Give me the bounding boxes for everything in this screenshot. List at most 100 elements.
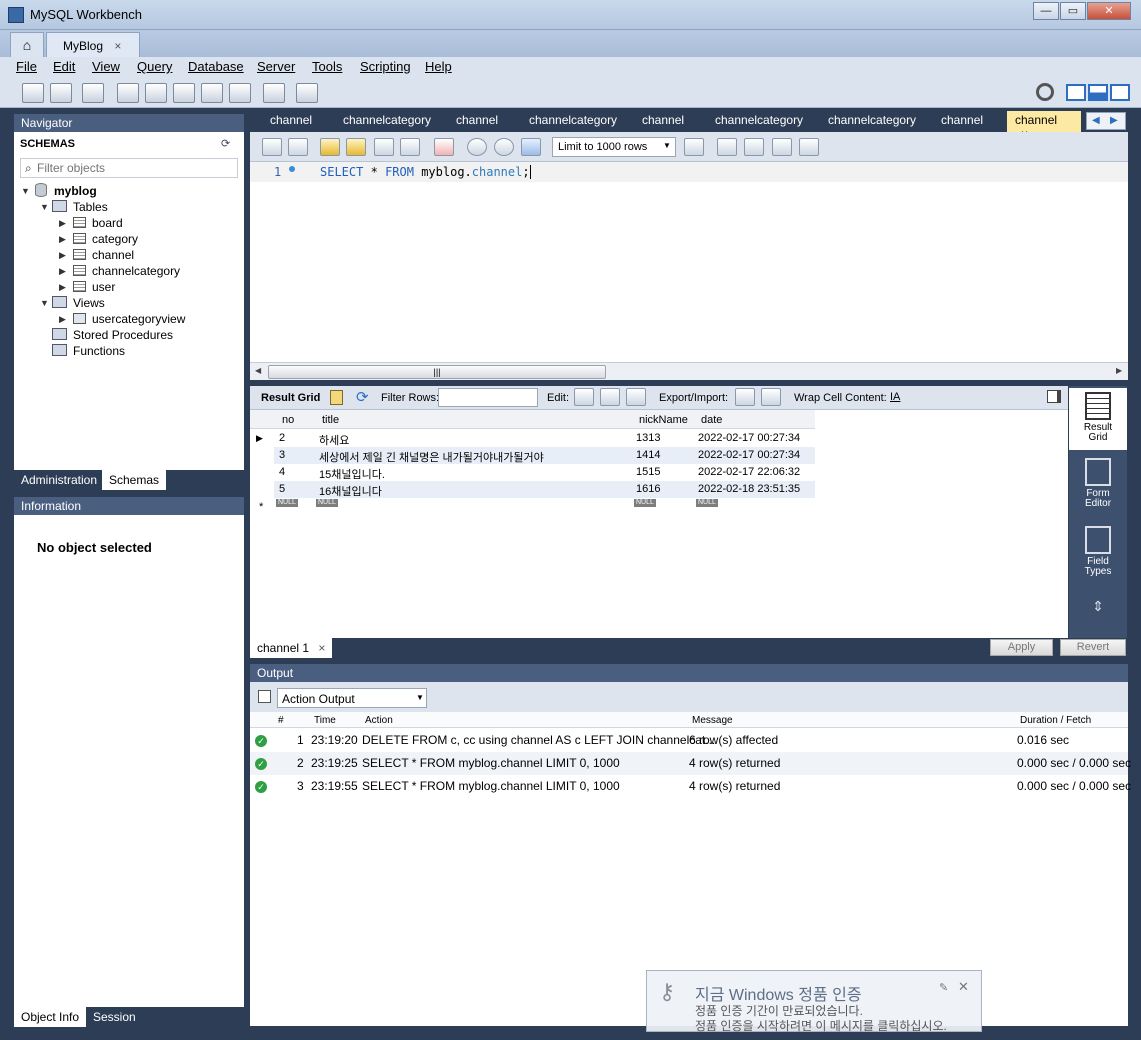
preferences-gear-icon[interactable] bbox=[1036, 83, 1054, 101]
scroll-left-arrow-icon[interactable]: ◀ bbox=[255, 366, 261, 375]
views-node[interactable]: Views bbox=[73, 296, 105, 310]
menu-tools[interactable]: Tools bbox=[312, 59, 342, 74]
tables-node[interactable]: Tables bbox=[73, 200, 108, 214]
open-file-icon[interactable] bbox=[262, 138, 282, 156]
menu-scripting[interactable]: Scripting bbox=[360, 59, 411, 74]
autocommit-icon[interactable] bbox=[521, 138, 541, 156]
tab-scroll-arrows[interactable]: ◀ ▶ bbox=[1086, 112, 1126, 130]
menu-view[interactable]: View bbox=[92, 59, 120, 74]
menu-query[interactable]: Query bbox=[137, 59, 172, 74]
stop-icon[interactable] bbox=[400, 138, 420, 156]
table-category[interactable]: category bbox=[92, 232, 138, 246]
tab-object-info[interactable]: Object Info bbox=[14, 1007, 87, 1027]
expand-table-icon[interactable]: ▶ bbox=[59, 218, 66, 229]
form-editor-button[interactable]: Form Editor bbox=[1069, 458, 1127, 518]
scroll-left-icon[interactable]: ◀ bbox=[1092, 115, 1100, 126]
beautify-icon[interactable] bbox=[717, 138, 737, 156]
query-tab[interactable]: channelcategory bbox=[715, 113, 803, 127]
expand-table-icon[interactable]: ▶ bbox=[59, 282, 66, 293]
new-sql-tab-icon[interactable] bbox=[22, 83, 44, 103]
menu-help[interactable]: Help bbox=[425, 59, 452, 74]
cell-date[interactable]: 2022-02-18 23:51:35 bbox=[698, 483, 800, 495]
column-header-date[interactable]: date bbox=[701, 414, 722, 426]
commit-icon[interactable] bbox=[467, 138, 487, 156]
tab-schemas[interactable]: Schemas bbox=[102, 470, 167, 490]
null-badge[interactable]: NULL bbox=[316, 499, 338, 507]
connection-tab-myblog[interactable]: MyBlog × bbox=[46, 32, 140, 57]
expand-schema-icon[interactable]: ▼ bbox=[21, 186, 30, 196]
query-tab[interactable]: channel bbox=[941, 113, 983, 127]
scrollbar-thumb[interactable]: ||| bbox=[268, 365, 606, 379]
query-tab[interactable]: channel bbox=[270, 113, 312, 127]
scroll-right-icon[interactable]: ▶ bbox=[1110, 115, 1118, 126]
add-snippet-star-icon[interactable] bbox=[684, 138, 704, 156]
close-tab-icon[interactable]: × bbox=[114, 39, 121, 53]
create-schema-icon[interactable] bbox=[117, 83, 139, 103]
cell-title[interactable]: 15채널입니다. bbox=[319, 466, 385, 482]
create-view-icon[interactable] bbox=[173, 83, 195, 103]
explain-icon[interactable] bbox=[374, 138, 394, 156]
create-function-icon[interactable] bbox=[229, 83, 251, 103]
cell-title[interactable]: 세상에서 제일 긴 채널명은 내가될거야내가될거야 bbox=[319, 449, 544, 465]
save-icon[interactable] bbox=[288, 138, 308, 156]
stored-procedures-node[interactable]: Stored Procedures bbox=[73, 328, 173, 342]
more-views-chevron-icon[interactable]: ⇕ bbox=[1069, 599, 1127, 631]
open-sql-script-icon[interactable] bbox=[50, 83, 72, 103]
result-tab-channel-1[interactable]: channel 1 × bbox=[250, 638, 333, 658]
minimize-button[interactable]: — bbox=[1033, 2, 1059, 20]
revert-button[interactable]: Revert bbox=[1060, 639, 1126, 656]
invisible-chars-icon[interactable] bbox=[772, 138, 792, 156]
query-tab[interactable]: channelcategory bbox=[828, 113, 916, 127]
toggle-secondary-sidebar-icon[interactable] bbox=[1110, 84, 1130, 101]
import-icon[interactable] bbox=[761, 388, 781, 406]
cell-date[interactable]: 2022-02-17 00:27:34 bbox=[698, 449, 800, 461]
menu-edit[interactable]: Edit bbox=[53, 59, 75, 74]
refresh-schemas-icon[interactable]: ⟳ bbox=[221, 137, 230, 150]
delete-row-icon[interactable] bbox=[626, 388, 646, 406]
tab-administration[interactable]: Administration bbox=[14, 470, 104, 490]
export-icon[interactable] bbox=[735, 388, 755, 406]
scroll-right-arrow-icon[interactable]: ▶ bbox=[1116, 366, 1122, 375]
query-tab[interactable]: channelcategory bbox=[343, 113, 431, 127]
null-badge[interactable]: NULL bbox=[276, 499, 298, 507]
result-grid-view-button[interactable]: Result Grid bbox=[1069, 388, 1127, 450]
copy-output-icon[interactable] bbox=[258, 690, 271, 703]
toggle-result-sidebar-icon[interactable] bbox=[1047, 390, 1061, 403]
cell-no[interactable]: 3 bbox=[279, 449, 285, 461]
cell-date[interactable]: 2022-02-17 22:06:32 bbox=[698, 466, 800, 478]
field-types-button[interactable]: Field Types bbox=[1069, 526, 1127, 586]
table-user[interactable]: user bbox=[92, 280, 115, 294]
cell-no[interactable]: 4 bbox=[279, 466, 285, 478]
toggle-continue-on-error-icon[interactable] bbox=[434, 138, 454, 156]
schema-myblog[interactable]: myblog bbox=[54, 184, 97, 198]
pin-icon[interactable]: ✎ bbox=[939, 981, 948, 994]
functions-node[interactable]: Functions bbox=[73, 344, 125, 358]
expand-table-icon[interactable]: ▶ bbox=[59, 250, 66, 261]
create-procedure-icon[interactable] bbox=[201, 83, 223, 103]
cell-no[interactable]: 5 bbox=[279, 483, 285, 495]
table-board[interactable]: board bbox=[92, 216, 123, 230]
reconnect-icon[interactable] bbox=[296, 83, 318, 103]
limit-rows-select[interactable]: Limit to 1000 rows ▼ bbox=[552, 137, 676, 157]
create-table-icon[interactable] bbox=[145, 83, 167, 103]
table-channel[interactable]: channel bbox=[92, 248, 134, 262]
menu-database[interactable]: Database bbox=[188, 59, 244, 74]
filter-objects-input[interactable] bbox=[37, 160, 227, 176]
close-icon[interactable]: ✕ bbox=[958, 979, 969, 995]
toggle-output-icon[interactable] bbox=[1088, 84, 1108, 101]
query-tab[interactable]: channel bbox=[642, 113, 684, 127]
filter-objects-box[interactable]: ⌕ bbox=[20, 158, 238, 178]
cell-title[interactable]: 16채널입니다 bbox=[319, 483, 382, 499]
expand-table-icon[interactable]: ▶ bbox=[59, 234, 66, 245]
tab-session[interactable]: Session bbox=[86, 1007, 143, 1027]
apply-button[interactable]: Apply bbox=[990, 639, 1053, 656]
edit-row-icon[interactable] bbox=[574, 388, 594, 406]
cell-title[interactable]: 하세요 bbox=[319, 432, 349, 448]
menu-server[interactable]: Server bbox=[257, 59, 295, 74]
query-tab[interactable]: channel bbox=[456, 113, 498, 127]
expand-views-icon[interactable]: ▼ bbox=[40, 298, 49, 308]
expand-tables-icon[interactable]: ▼ bbox=[40, 202, 49, 212]
inspector-icon[interactable] bbox=[82, 83, 104, 103]
null-badge[interactable]: NULL bbox=[634, 499, 656, 507]
cell-no[interactable]: 2 bbox=[279, 432, 285, 444]
